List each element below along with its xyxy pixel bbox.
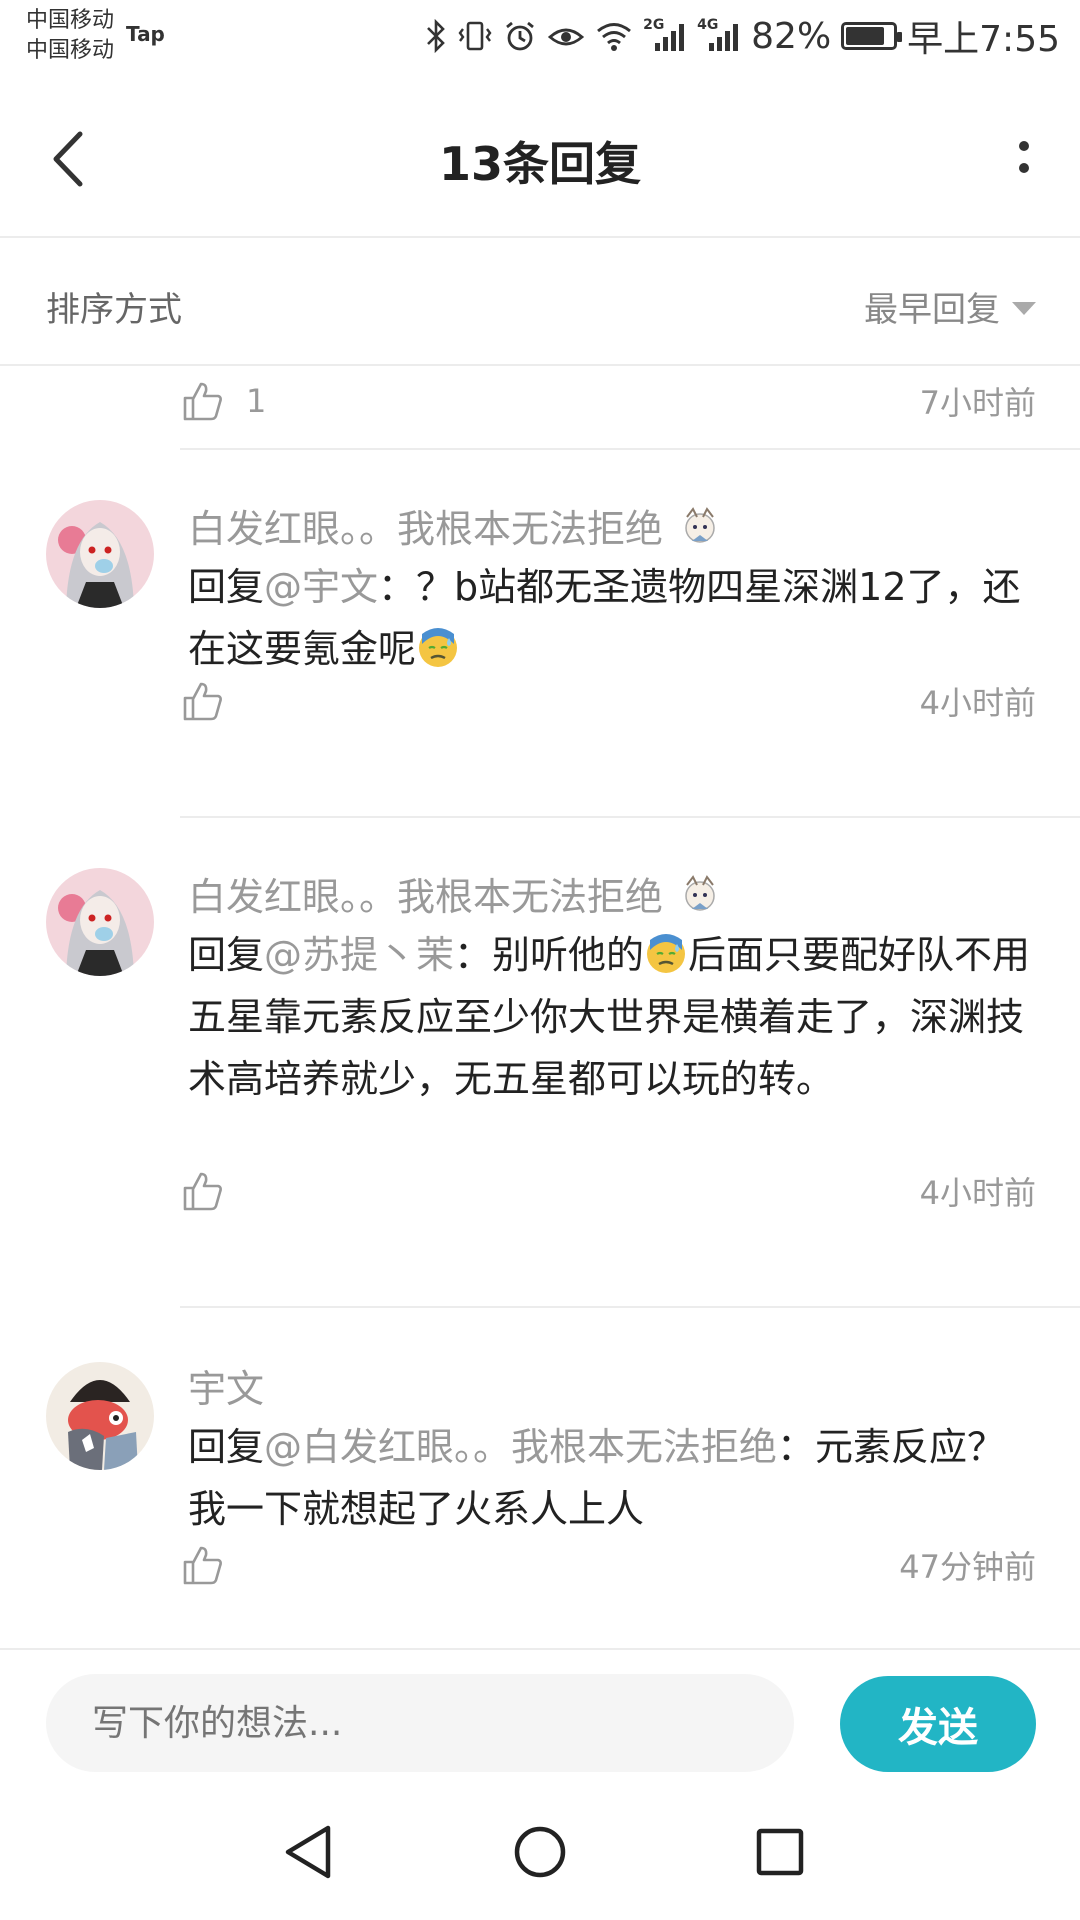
nav-home-icon[interactable] — [500, 1812, 580, 1892]
sort-label: 排序方式 — [46, 290, 182, 330]
avatar-image — [46, 868, 154, 976]
reply-prefix: 回复 — [188, 1425, 265, 1469]
reply-meta-row: 4小时前 — [182, 1166, 1036, 1216]
system-nav-bar — [0, 1772, 1080, 1920]
status-bar: 中国移动 中国移动 Tap 2G 4G 82% 早上7:55 — [0, 0, 1080, 80]
reply-prefix: 回复 — [188, 933, 265, 977]
bluetooth-icon — [427, 19, 445, 53]
reply-time: 4小时前 — [919, 1174, 1036, 1212]
reply-time: 7小时前 — [919, 384, 1036, 422]
avatar[interactable] — [46, 500, 154, 608]
status-icons: 2G 4G 82% 早上7:55 — [425, 14, 1060, 60]
signal-4g-icon: 4G — [697, 17, 741, 53]
clock: 早上7:55 — [907, 19, 1060, 60]
top-app-bar: 13条回复 — [0, 80, 1080, 238]
signal-2g-icon: 2G — [643, 17, 687, 53]
username-text: 白发红眼。。我根本无法拒绝 — [188, 507, 664, 551]
reply-list[interactable]: 1 7小时前 白发红眼。。我根本无法拒绝 回复@宇文：？b站都无圣遗物四星深渊1… — [0, 368, 1080, 1648]
sort-bar: 排序方式 最早回复 — [0, 238, 1080, 366]
username-text: 宇文 — [188, 1367, 265, 1411]
nav-recents-icon[interactable] — [740, 1812, 820, 1892]
sweat-emoji-icon — [419, 628, 458, 667]
reply-meta-row: 1 7小时前 — [182, 376, 1036, 426]
page-title: 13条回复 — [438, 137, 641, 191]
like-button[interactable]: 1 — [182, 380, 266, 422]
reply-prefix: 回复 — [188, 565, 265, 609]
reply-body: 回复@苏提丶茉：别听他的 后面只要配好队不用五星靠元素反应至少你大世界是横着走了，… — [188, 924, 1040, 1110]
avatar[interactable] — [46, 868, 154, 976]
mention-link[interactable]: @宇文 — [264, 565, 378, 609]
sweat-emoji-icon — [647, 934, 686, 973]
thumbs-up-icon — [183, 682, 222, 721]
like-button[interactable] — [182, 1544, 224, 1586]
thumbs-up-icon — [183, 1172, 222, 1211]
reply-input[interactable] — [46, 1674, 794, 1772]
reply-body: 回复@白发红眼。。我根本无法拒绝：元素反应？我一下就想起了火系人上人 — [188, 1416, 1040, 1540]
sort-dropdown[interactable]: 最早回复 — [864, 282, 1036, 331]
taptap-indicator: Tap — [126, 22, 165, 46]
thumbs-up-icon — [183, 382, 222, 421]
like-count: 1 — [246, 382, 267, 420]
reply-text: ：别听他的 — [454, 933, 645, 977]
like-button[interactable] — [182, 680, 224, 722]
reply-meta-row: 4小时前 — [182, 676, 1036, 726]
alarm-icon — [506, 21, 535, 51]
username[interactable]: 白发红眼。。我根本无法拒绝 — [188, 866, 723, 921]
username[interactable]: 宇文 — [188, 1358, 264, 1413]
carrier-1: 中国移动 — [26, 8, 115, 33]
avatar[interactable] — [46, 1362, 154, 1470]
avatar-image — [46, 500, 154, 608]
carrier-2: 中国移动 — [26, 38, 115, 63]
reply-meta-row: 47分钟前 — [182, 1540, 1036, 1590]
mention-link[interactable]: @白发红眼。。我根本无法拒绝 — [264, 1425, 777, 1469]
battery-fill — [846, 27, 884, 45]
vibrate-icon — [458, 21, 492, 51]
reply-time: 4小时前 — [919, 684, 1036, 722]
battery-icon — [841, 22, 903, 50]
dropdown-caret-icon — [1012, 302, 1036, 315]
reply-item: 白发红眼。。我根本无法拒绝 回复@宇文：？b站都无圣遗物四星深渊12了，还在这要… — [0, 448, 1080, 818]
eye-comfort-icon — [548, 28, 585, 46]
nav-back-icon[interactable] — [270, 1812, 350, 1892]
like-button[interactable] — [182, 1170, 224, 1212]
username-text: 白发红眼。。我根本无法拒绝 — [188, 875, 664, 919]
reply-item: 白发红眼。。我根本无法拒绝 回复@苏提丶茉：别听他的 后面只要配好队不用五星靠元素… — [0, 816, 1080, 1306]
character-badge-icon — [685, 506, 715, 543]
username[interactable]: 白发红眼。。我根本无法拒绝 — [188, 498, 723, 553]
send-button[interactable]: 发送 — [840, 1676, 1036, 1772]
composer-bar: 发送 — [0, 1648, 1080, 1772]
sort-value: 最早回复 — [864, 290, 1000, 330]
more-options-icon[interactable] — [1004, 130, 1044, 190]
reply-time: 47分钟前 — [899, 1548, 1036, 1586]
avatar-image — [46, 1362, 154, 1470]
mention-link[interactable]: @苏提丶茉 — [264, 933, 454, 977]
reply-item: 宇文 回复@白发红眼。。我根本无法拒绝：元素反应？我一下就想起了火系人上人 47… — [0, 1306, 1080, 1648]
battery-percent: 82% — [751, 15, 832, 57]
carrier-labels: 中国移动 中国移动 — [26, 6, 114, 66]
reply-body: 回复@宇文：？b站都无圣遗物四星深渊12了，还在这要氪金呢 — [188, 556, 1040, 680]
wifi-icon — [597, 23, 632, 51]
character-badge-icon — [685, 874, 715, 911]
thumbs-up-icon — [183, 1546, 222, 1585]
